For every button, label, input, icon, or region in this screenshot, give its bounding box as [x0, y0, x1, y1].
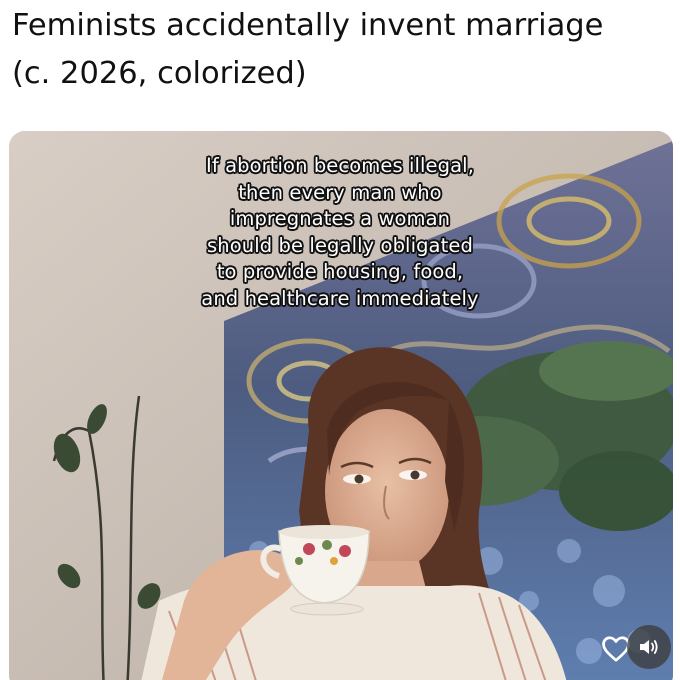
caption-line: impregnates a woman	[229, 207, 451, 230]
sound-toggle-button[interactable]	[627, 625, 671, 669]
caption-line: If abortion becomes illegal,	[205, 154, 474, 177]
caption-line: should be legally obligated	[207, 233, 473, 257]
caption-line: to provide housing, food,	[216, 260, 464, 283]
video-frame[interactable]: If abortion becomes illegal, then every …	[9, 131, 673, 680]
post-title: Feminists accidentally invent marriage (…	[12, 8, 604, 91]
video-caption: If abortion becomes illegal, then every …	[9, 153, 673, 312]
caption-line: and healthcare immediately	[201, 286, 479, 310]
caption-line: then every man who	[238, 180, 442, 204]
speaker-icon	[640, 640, 658, 654]
